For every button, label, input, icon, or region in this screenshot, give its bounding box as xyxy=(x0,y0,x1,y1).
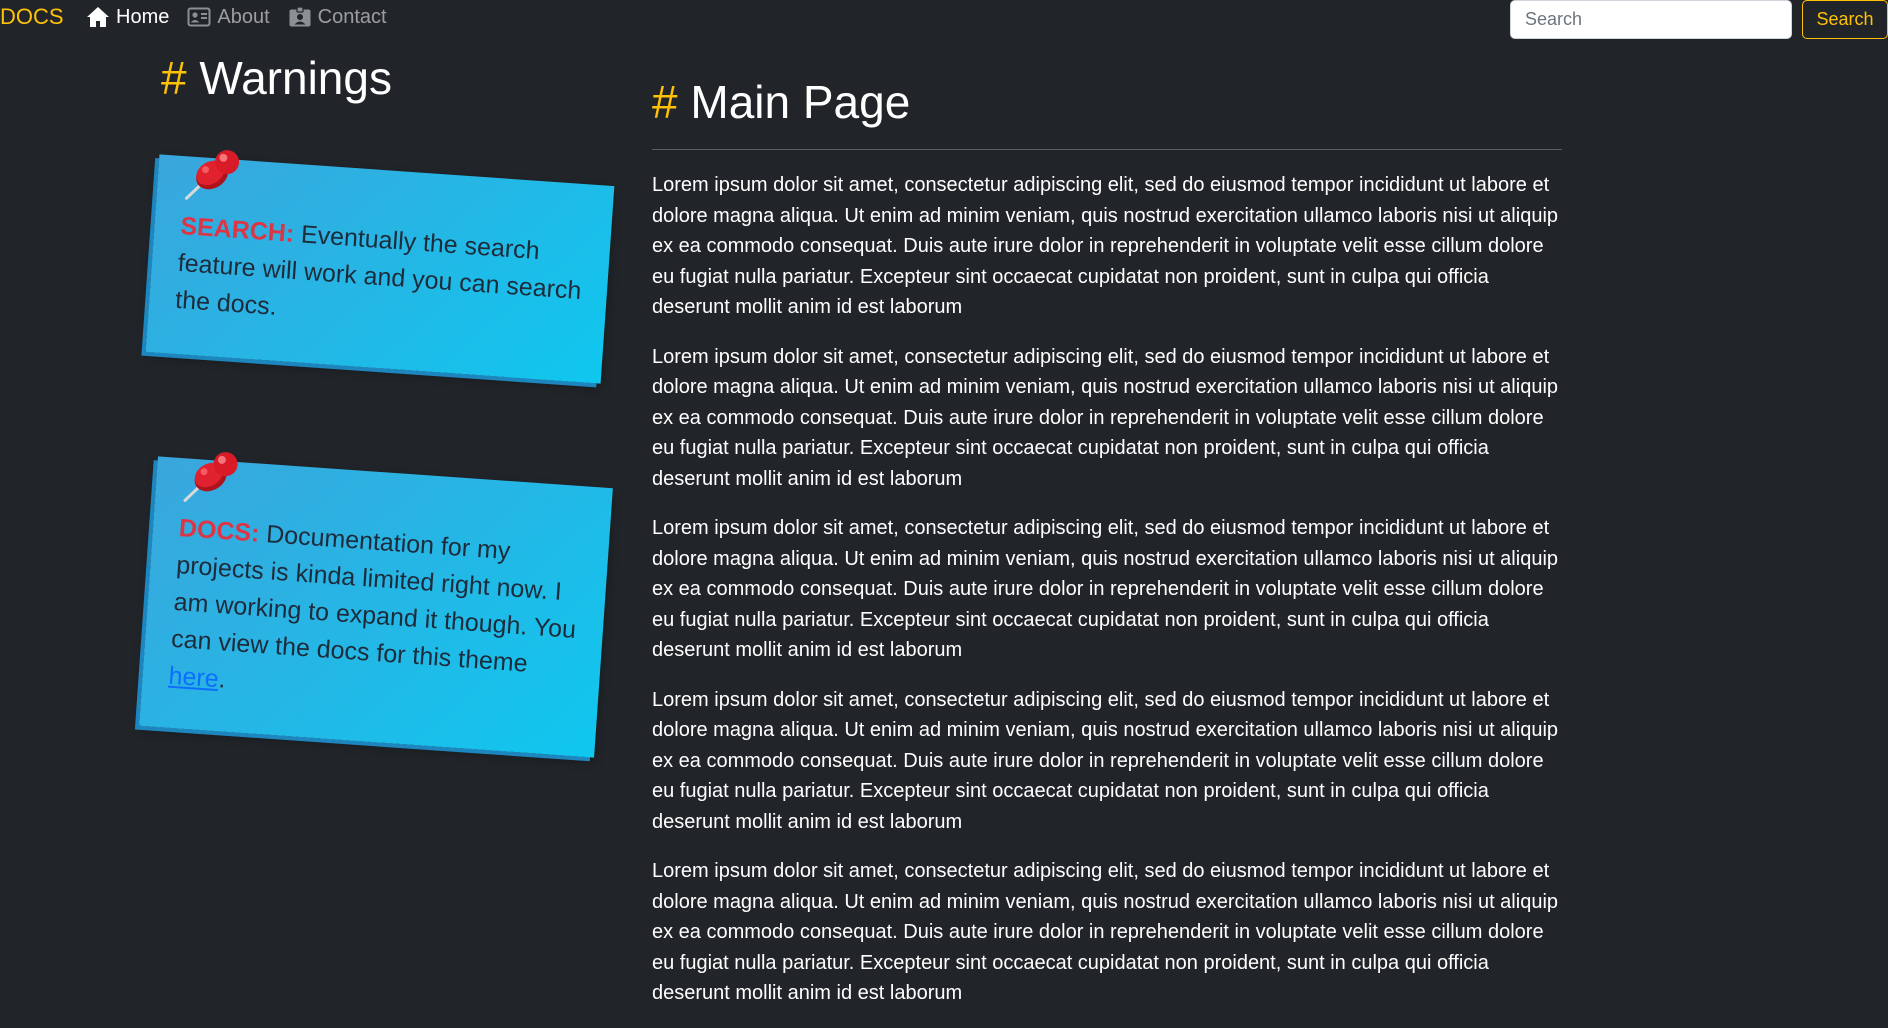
content-paragraph: Lorem ipsum dolor sit amet, consectetur … xyxy=(652,517,1559,661)
title-divider xyxy=(652,149,1562,150)
content-paragraph: Lorem ipsum dolor sit amet, consectetur … xyxy=(652,688,1559,833)
nav-link-contact[interactable]: Contact xyxy=(288,4,387,30)
docs-here-link[interactable]: here xyxy=(168,662,220,693)
note-docs-trailing: . xyxy=(217,665,227,694)
pushpin-icon xyxy=(179,448,243,508)
nav-link-about-label: About xyxy=(217,6,270,28)
nav-link-about[interactable]: About xyxy=(187,4,270,30)
content-paragraph: Lorem ipsum dolor sit amet, consectetur … xyxy=(652,860,1559,1004)
note-docs-label: DOCS: xyxy=(178,514,261,548)
search-input[interactable] xyxy=(1510,0,1792,39)
nav-link-contact-label: Contact xyxy=(317,6,387,28)
home-icon xyxy=(86,6,110,28)
search-button[interactable]: Search xyxy=(1802,0,1888,39)
id-card-icon xyxy=(187,6,211,28)
sidebar-title: # Warnings xyxy=(161,48,392,108)
main-title-hash: # xyxy=(652,76,678,128)
sticky-note-search: SEARCH: Eventually the search feature wi… xyxy=(145,150,615,384)
nav-link-home[interactable]: Home xyxy=(86,4,169,30)
sticky-note-docs: DOCS: Documentation for my projects is k… xyxy=(139,452,613,758)
content-paragraph: Lorem ipsum dolor sit amet, consectetur … xyxy=(652,345,1559,490)
contact-badge-icon xyxy=(288,6,312,28)
sidebar-title-text: Warnings xyxy=(199,52,392,104)
nav-links: Home About Contact xyxy=(86,4,387,30)
sidebar-title-hash: # xyxy=(161,52,187,104)
main-page-title: # Main Page xyxy=(652,72,910,132)
pushpin-icon xyxy=(180,146,244,206)
main-content: Lorem ipsum dolor sit amet, consectetur … xyxy=(652,170,1562,1028)
content-paragraph: Lorem ipsum dolor sit amet, consectetur … xyxy=(652,174,1559,318)
brand-logo-link[interactable]: DOCS xyxy=(0,4,64,30)
note-search-label: SEARCH: xyxy=(179,212,296,248)
main-title-text: Main Page xyxy=(690,76,911,128)
top-navbar: DOCS Home About Contact Search Search xyxy=(0,0,1888,39)
search-form: Search xyxy=(1510,0,1888,39)
nav-link-home-label: Home xyxy=(116,6,170,28)
